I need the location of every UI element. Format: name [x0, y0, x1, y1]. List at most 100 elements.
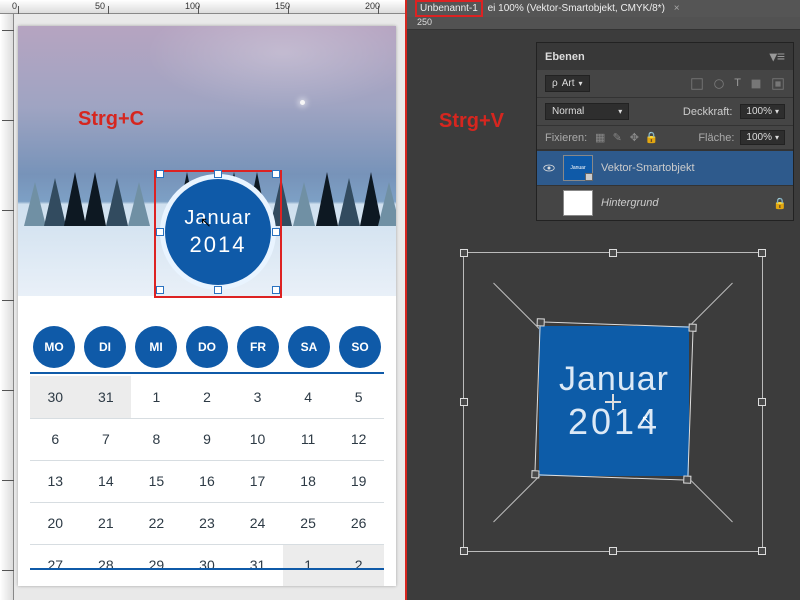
- calendar-cell: 26: [333, 502, 384, 544]
- tab-suffix: ei 100% (Vektor-Smartobjekt, CMYK/8*): [488, 3, 665, 14]
- calendar-cell: 3: [232, 376, 283, 418]
- document-tab-bar[interactable]: Unbenannt-1 ei 100% (Vektor-Smartobjekt,…: [407, 0, 800, 17]
- calendar-cell: 2: [333, 544, 384, 586]
- lock-position-icon[interactable]: ✥: [627, 131, 641, 144]
- year-label: 2014: [190, 232, 247, 258]
- calendar-cell: 29: [131, 544, 182, 586]
- horizontal-ruler[interactable]: 250: [407, 17, 800, 30]
- divider: [30, 568, 384, 570]
- layer-thumbnail[interactable]: Januar: [563, 155, 593, 181]
- calendar-cell: 18: [283, 460, 334, 502]
- smartobject-badge-icon: [585, 173, 593, 181]
- ruler-mark: 0: [12, 1, 17, 11]
- calendar-cell: 10: [232, 418, 283, 460]
- opacity-label: Deckkraft:: [683, 106, 733, 118]
- calendar-cell: 21: [81, 502, 132, 544]
- calendar-cell: 30: [182, 544, 233, 586]
- calendar-cell: 7: [81, 418, 132, 460]
- calendar-cell: 1: [283, 544, 334, 586]
- copy-shortcut-annotation: Strg+C: [78, 108, 144, 131]
- cursor-icon: ↖: [200, 214, 212, 231]
- lock-transparent-icon[interactable]: ▦: [593, 131, 607, 144]
- weekday-badge: SA: [288, 326, 330, 368]
- free-transform-box[interactable]: Januar 2014 ↖: [463, 252, 763, 552]
- opacity-input[interactable]: 100%▾: [740, 104, 785, 119]
- adjust-filter-icon[interactable]: [712, 77, 726, 91]
- type-filter-icon[interactable]: T: [734, 77, 741, 91]
- calendar-cell: 6: [30, 418, 81, 460]
- calendar-cell: 27: [30, 544, 81, 586]
- calendar-cell: 17: [232, 460, 283, 502]
- layer-row[interactable]: Januar Vektor-Smartobjekt: [537, 150, 793, 185]
- calendar-cell: 11: [283, 418, 334, 460]
- calendar-cell: 2: [182, 376, 233, 418]
- moon-icon: [300, 100, 305, 105]
- target-document-pane: Unbenannt-1 ei 100% (Vektor-Smartobjekt,…: [407, 0, 800, 600]
- layer-name[interactable]: Vektor-Smartobjekt: [601, 162, 695, 174]
- cursor-icon: ↖: [641, 412, 653, 429]
- lock-label: Fixieren:: [545, 132, 587, 144]
- panel-header[interactable]: Ebenen ▾≡: [537, 43, 793, 70]
- calendar-cell: 14: [81, 460, 132, 502]
- weekday-badge: MI: [135, 326, 177, 368]
- calendar-cell: 28: [81, 544, 132, 586]
- calendar-cell: 9: [182, 418, 233, 460]
- calendar-cell: 31: [232, 544, 283, 586]
- filter-kind-select[interactable]: ρArt▾: [545, 75, 590, 92]
- weekday-row: MO DI MI DO FR SA SO: [18, 318, 396, 376]
- visibility-icon[interactable]: [543, 162, 555, 174]
- lock-pixels-icon[interactable]: ✎: [610, 131, 624, 144]
- weekday-badge: DO: [186, 326, 228, 368]
- fill-label: Fläche:: [698, 132, 734, 144]
- weekday-badge: SO: [339, 326, 381, 368]
- lock-icon: 🔒: [773, 197, 787, 210]
- calendar-document[interactable]: Strg+C Januar 2014 ↖ MO DI MI DO FR SA S…: [18, 26, 396, 586]
- calendar-cell: 13: [30, 460, 81, 502]
- divider: [30, 372, 384, 374]
- paste-shortcut-annotation: Strg+V: [439, 110, 504, 133]
- panel-menu-icon[interactable]: ▾≡: [770, 48, 785, 65]
- transform-center-icon[interactable]: [605, 394, 621, 410]
- calendar-cell: 25: [283, 502, 334, 544]
- horizontal-ruler[interactable]: 0 50 100 150 200: [0, 0, 405, 14]
- blend-mode-select[interactable]: Normal▾: [545, 103, 629, 120]
- shape-filter-icon[interactable]: [749, 77, 763, 91]
- layer-row[interactable]: Hintergrund 🔒: [537, 185, 793, 220]
- calendar-cell: 24: [232, 502, 283, 544]
- close-icon[interactable]: ×: [674, 3, 680, 14]
- smart-filter-icon[interactable]: [771, 77, 785, 91]
- calendar-cell: 20: [30, 502, 81, 544]
- calendar-cell: 15: [131, 460, 182, 502]
- calendar-cell: 31: [81, 376, 132, 418]
- calendar-cell: 23: [182, 502, 233, 544]
- lock-all-icon[interactable]: 🔒: [644, 131, 658, 144]
- layers-panel[interactable]: Ebenen ▾≡ ρArt▾ T Normal▾ Deckkraft: 100…: [536, 42, 794, 221]
- calendar-cell: 30: [30, 376, 81, 418]
- calendar-cell: 19: [333, 460, 384, 502]
- calendar-cell: 16: [182, 460, 233, 502]
- weekday-badge: DI: [84, 326, 126, 368]
- pixel-filter-icon[interactable]: [690, 77, 704, 91]
- calendar-cell: 1: [131, 376, 182, 418]
- calendar-grid: 3031123456789101112131415161718192021222…: [30, 376, 384, 586]
- source-document-pane: 0 50 100 150 200 Strg+C Januar 2014: [0, 0, 405, 600]
- weekday-badge: FR: [237, 326, 279, 368]
- calendar-cell: 4: [283, 376, 334, 418]
- calendar-cell: 22: [131, 502, 182, 544]
- fill-input[interactable]: 100%▾: [740, 130, 785, 145]
- layer-name[interactable]: Hintergrund: [601, 197, 658, 209]
- vertical-ruler[interactable]: [0, 0, 14, 600]
- ruler-mark: 250: [417, 17, 432, 27]
- panel-title: Ebenen: [545, 51, 585, 63]
- calendar-cell: 8: [131, 418, 182, 460]
- calendar-cell: 5: [333, 376, 384, 418]
- month-badge[interactable]: Januar 2014 ↖: [160, 174, 276, 290]
- lock-buttons[interactable]: ▦ ✎ ✥ 🔒: [593, 131, 658, 144]
- filter-icons[interactable]: T: [690, 77, 785, 91]
- month-label: Januar: [184, 207, 251, 230]
- calendar-cell: 12: [333, 418, 384, 460]
- ruler-mark: 50: [95, 1, 105, 11]
- tab-filename: Unbenannt-1: [415, 0, 483, 17]
- layer-thumbnail[interactable]: [563, 190, 593, 216]
- weekday-badge: MO: [33, 326, 75, 368]
